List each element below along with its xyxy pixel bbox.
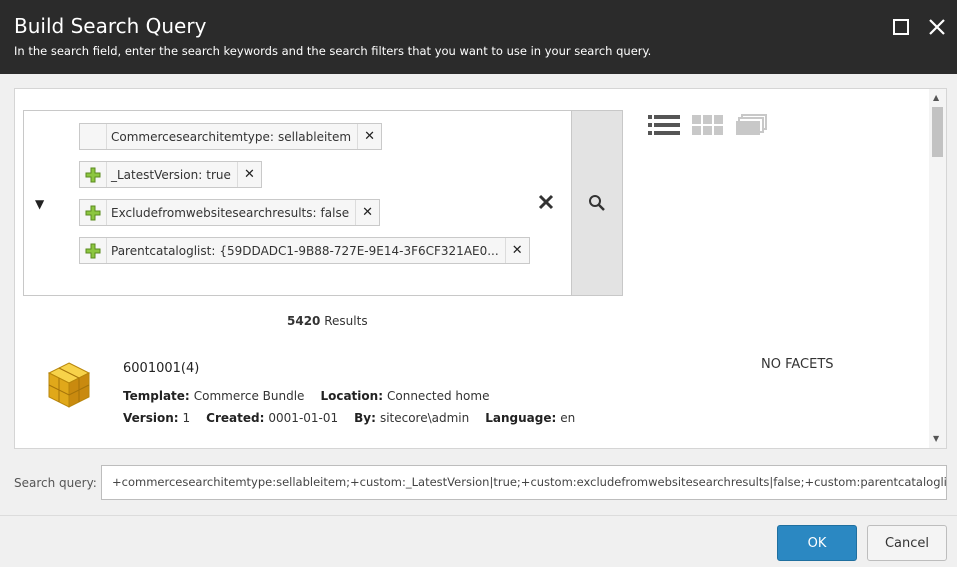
results-count: 5420 Results — [287, 314, 368, 328]
add-icon[interactable] — [80, 238, 107, 263]
result-version-count: (4) — [180, 361, 200, 376]
dialog-title: Build Search Query — [14, 14, 207, 38]
close-button[interactable] — [926, 16, 948, 38]
search-query-label: Search query: — [14, 476, 97, 490]
filter-chip: Excludefromwebsitesearchresults: false ✕ — [79, 199, 381, 226]
filter-value: sellableitem — [277, 129, 352, 144]
filter-chip-icon-slot — [80, 124, 107, 149]
dialog-footer: OK Cancel — [0, 515, 957, 567]
scroll-down-icon[interactable]: ▼ — [933, 434, 939, 443]
add-icon[interactable] — [80, 162, 107, 187]
remove-filter-icon[interactable]: ✕ — [504, 238, 529, 263]
filter-key: Parentcataloglist: — [111, 243, 216, 258]
search-box[interactable]: ▼ Commercesearchitemtype: sellableitem ✕ … — [23, 110, 572, 296]
search-icon — [589, 195, 605, 211]
tile-view-icon[interactable] — [736, 114, 768, 136]
results-count-number: 5420 — [287, 314, 321, 328]
ok-button[interactable]: OK — [777, 525, 857, 561]
dialog-content: ▼ Commercesearchitemtype: sellableitem ✕ … — [0, 74, 957, 515]
filter-chip: Parentcataloglist: {59DDADC1-9B88-727E-9E… — [79, 237, 530, 264]
close-icon — [929, 19, 945, 35]
filter-key: Excludefromwebsitesearchresults: — [111, 205, 317, 220]
result-title[interactable]: 6001001(4) — [123, 361, 199, 376]
remove-filter-icon[interactable]: ✕ — [355, 200, 379, 225]
results-count-label: Results — [324, 314, 368, 328]
filter-value: {59DDADC1-9B88-727E-9E14-3F6CF321AE0... — [219, 243, 499, 258]
result-created: 0001-01-01 — [268, 411, 339, 425]
filter-chip: Commercesearchitemtype: sellableitem ✕ — [79, 123, 383, 150]
result-name[interactable]: 6001001 — [123, 361, 181, 376]
result-version: 1 — [182, 411, 191, 425]
view-mode-toggle — [648, 114, 768, 136]
dialog-titlebar: Build Search Query In the search field, … — [0, 0, 957, 74]
scroll-thumb[interactable] — [932, 107, 943, 157]
filter-chip: _LatestVersion: true ✕ — [79, 161, 262, 188]
result-language: en — [560, 411, 576, 425]
filter-key: Commercesearchitemtype: — [111, 129, 274, 144]
cancel-button[interactable]: Cancel — [867, 525, 947, 561]
maximize-icon — [893, 19, 909, 35]
filter-value: false — [320, 205, 350, 220]
list-view-icon[interactable] — [648, 114, 680, 136]
results-pane: ▼ Commercesearchitemtype: sellableitem ✕ … — [14, 88, 947, 449]
collapse-arrow-icon[interactable]: ▼ — [35, 197, 44, 211]
dialog-subtitle: In the search field, enter the search ke… — [14, 44, 652, 58]
add-icon[interactable] — [80, 200, 107, 225]
filter-value: true — [206, 167, 231, 182]
search-button[interactable] — [571, 110, 623, 296]
clear-all-icon[interactable] — [536, 192, 556, 212]
remove-filter-icon[interactable]: ✕ — [357, 124, 381, 149]
result-meta-row: Version: 1 Created: 0001-01-01 By: sitecore\a… — [123, 411, 576, 425]
result-item[interactable]: 6001001(4) Template: Commerce Bundle Locat… — [45, 351, 685, 441]
result-meta-row: Template: Commerce Bundle Location: Connect… — [123, 389, 490, 403]
maximize-button[interactable] — [890, 16, 912, 38]
remove-filter-icon[interactable]: ✕ — [236, 162, 261, 187]
filter-key: _LatestVersion: — [111, 167, 203, 182]
grid-view-icon[interactable] — [692, 114, 724, 136]
results-scrollbar[interactable]: ▲ ▼ — [929, 89, 946, 448]
search-query-input[interactable]: +commercesearchitemtype:sellableitem;+cu… — [101, 465, 947, 500]
bundle-icon — [47, 362, 91, 408]
result-location: Connected home — [387, 389, 490, 403]
result-template: Commerce Bundle — [193, 389, 305, 403]
no-facets-label: NO FACETS — [761, 357, 834, 372]
scroll-up-icon[interactable]: ▲ — [933, 93, 939, 102]
result-author: sitecore\admin — [379, 411, 470, 425]
